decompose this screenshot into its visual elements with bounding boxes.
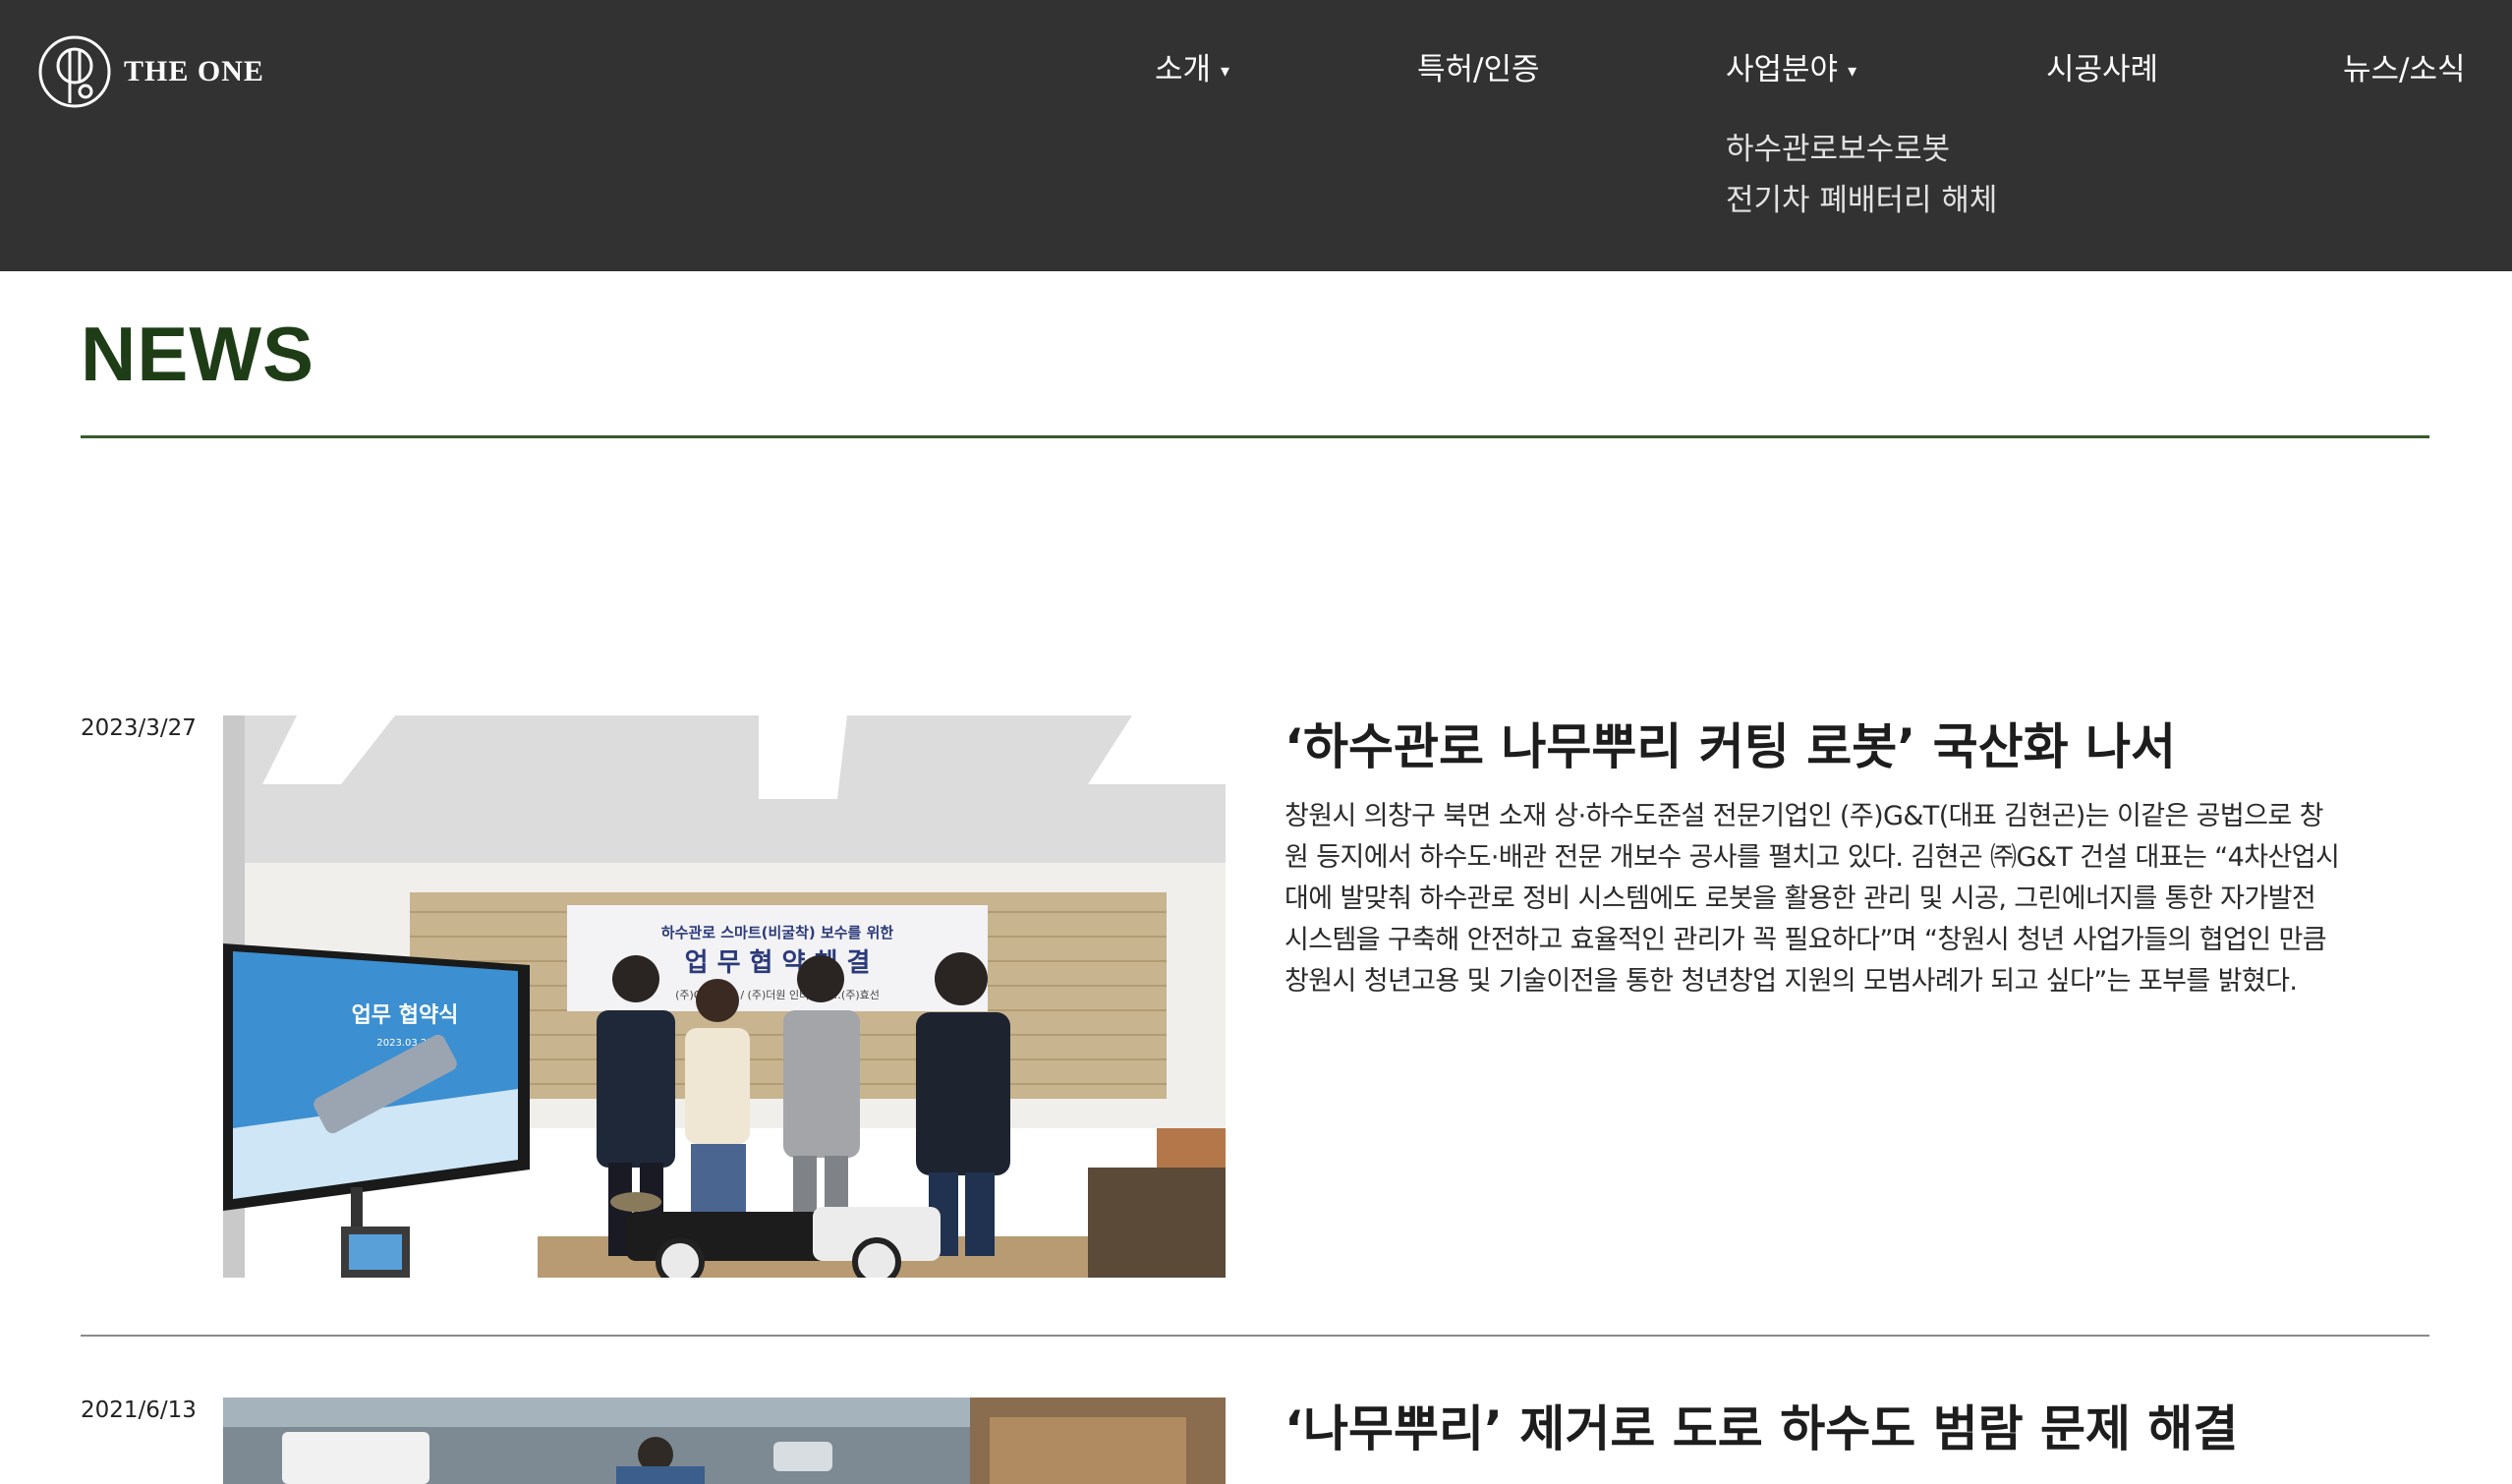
nav-label: 소개 [1155, 52, 1212, 87]
news-content: ‘나무뿌리’ 제거로 도로 하수도 범람 문제 해결 [1285, 1398, 2346, 1460]
news-content: ‘하수관로 나무뿌리 커팅 로봇’ 국산화 나서 창원시 의창구 북면 소재 상… [1285, 715, 2346, 1002]
nav-label: 특허/인증 [1417, 52, 1540, 87]
site-header: THE ONE 소개 ▾ 특허/인증 사업분야 ▾ 시공사례 뉴스/소식 하수관로보… [0, 0, 2512, 271]
news-excerpt: 창원시 의창구 북면 소재 상·하수도준설 전문기업인 (주)G&T(대표 김현… [1285, 801, 2340, 997]
screen-title: 업무 협약식 [352, 1003, 459, 1028]
title-divider [81, 435, 2429, 438]
nav-label: 사업분야 [1726, 52, 1839, 87]
submenu-item-ev-battery[interactable]: 전기차 폐배터리 해체 [1726, 175, 1997, 226]
news-item: 2021/6/13 ‘나무뿌리’ 제거로 도로 하수도 범람 문제 해결 [81, 1398, 2429, 1484]
nav-item-business[interactable]: 사업분야 ▾ [1726, 49, 1856, 92]
nav-label: 뉴스/소식 [2343, 52, 2466, 87]
news-divider [81, 1335, 2429, 1337]
news-item: 2023/3/27 하수관로 스마트(비굴착) 보수를 위한 업 무 협 약 체… [81, 715, 2429, 1305]
nav-item-cases[interactable]: 시공사례 [2046, 49, 2158, 90]
news-title[interactable]: ‘하수관로 나무뿌리 커팅 로봇’ 국산화 나서 [1285, 715, 2346, 778]
nav-item-patents[interactable]: 특허/인증 [1417, 49, 1540, 90]
chevron-down-icon: ▾ [1848, 60, 1857, 82]
news-title[interactable]: ‘나무뿌리’ 제거로 도로 하수도 범람 문제 해결 [1285, 1398, 2346, 1460]
news-date: 2023/3/27 [81, 715, 197, 741]
page-title: NEWS [81, 311, 314, 397]
submenu-item-sewer-robot[interactable]: 하수관로보수로봇 [1726, 124, 1997, 175]
the-one-logo-mark-icon [38, 35, 111, 108]
nav-item-news[interactable]: 뉴스/소식 [2343, 49, 2466, 90]
chevron-down-icon: ▾ [1221, 60, 1230, 82]
brand-name: THE ONE [124, 55, 264, 87]
nav-label: 시공사례 [2046, 52, 2159, 87]
news-photo[interactable]: 하수관로 스마트(비굴착) 보수를 위한 업 무 협 약 체 결 (주)G&T건… [223, 715, 1226, 1278]
nav-item-intro[interactable]: 소개 ▾ [1155, 49, 1229, 92]
logo-link[interactable]: THE ONE [37, 34, 264, 109]
business-submenu: 하수관로보수로봇 전기차 폐배터리 해체 [1726, 124, 1997, 226]
banner-line-1: 하수관로 스마트(비굴착) 보수를 위한 [661, 924, 894, 942]
news-photo[interactable] [223, 1398, 1226, 1484]
news-date: 2021/6/13 [81, 1398, 197, 1423]
